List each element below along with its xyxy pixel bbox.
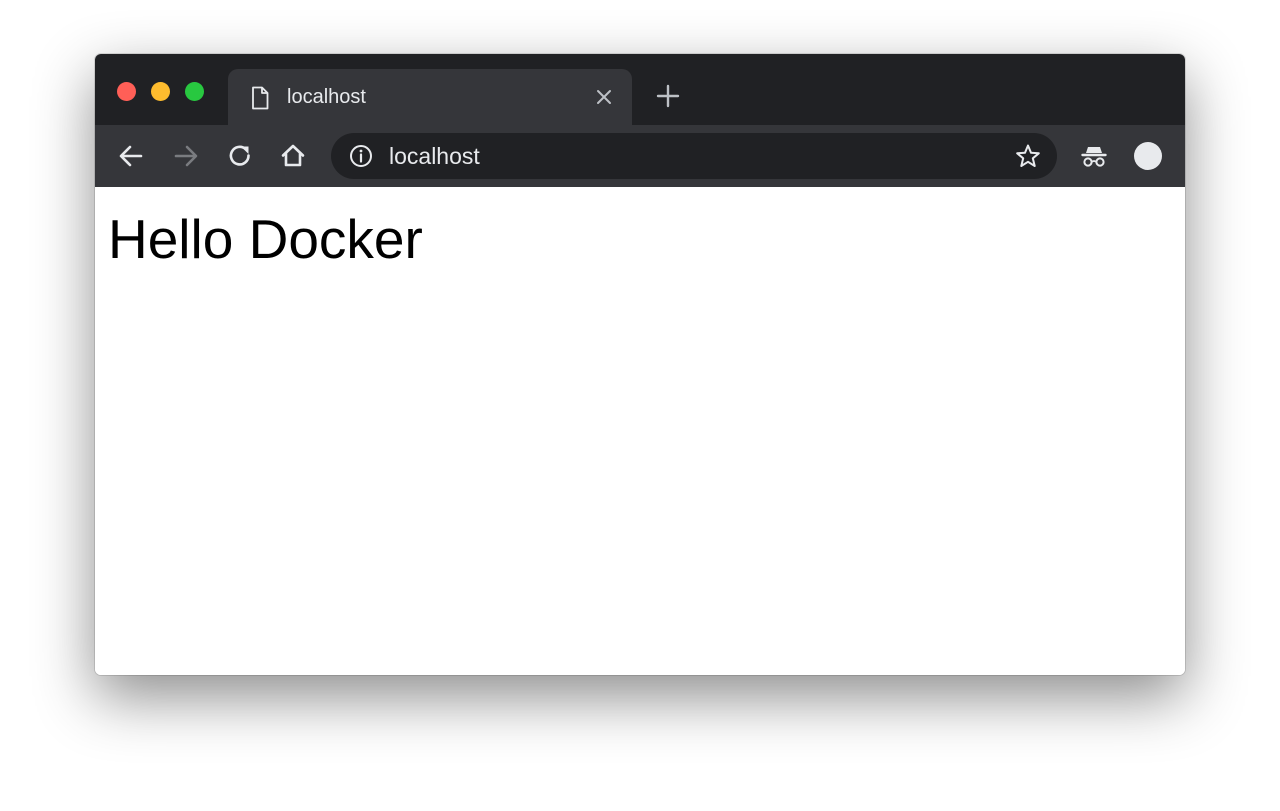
home-icon[interactable] — [279, 142, 307, 170]
toolbar: localhost — [95, 125, 1185, 187]
close-icon[interactable] — [594, 87, 614, 107]
window-maximize-button[interactable] — [185, 82, 204, 101]
tab-strip: localhost — [95, 54, 1185, 125]
url-text[interactable]: localhost — [389, 143, 480, 169]
address-bar[interactable]: localhost — [331, 133, 1057, 179]
tab-localhost[interactable]: localhost — [228, 69, 632, 125]
avatar[interactable] — [1134, 142, 1162, 170]
document-icon — [252, 86, 269, 110]
page-content: Hello Docker — [95, 187, 1185, 675]
reload-icon[interactable] — [226, 142, 254, 170]
incognito-icon[interactable] — [1081, 142, 1107, 170]
desktop-background: localhost localhost Hello Docker — [0, 0, 1280, 811]
info-icon[interactable] — [349, 144, 373, 168]
arrow-right-icon[interactable] — [172, 142, 200, 170]
page-heading: Hello Docker — [108, 208, 423, 270]
arrow-left-icon[interactable] — [117, 142, 145, 170]
tab-title: localhost — [287, 86, 366, 108]
plus-icon[interactable] — [656, 84, 680, 108]
browser-window: localhost localhost Hello Docker — [95, 54, 1185, 675]
star-icon[interactable] — [1015, 143, 1041, 169]
window-close-button[interactable] — [117, 82, 136, 101]
window-minimize-button[interactable] — [151, 82, 170, 101]
